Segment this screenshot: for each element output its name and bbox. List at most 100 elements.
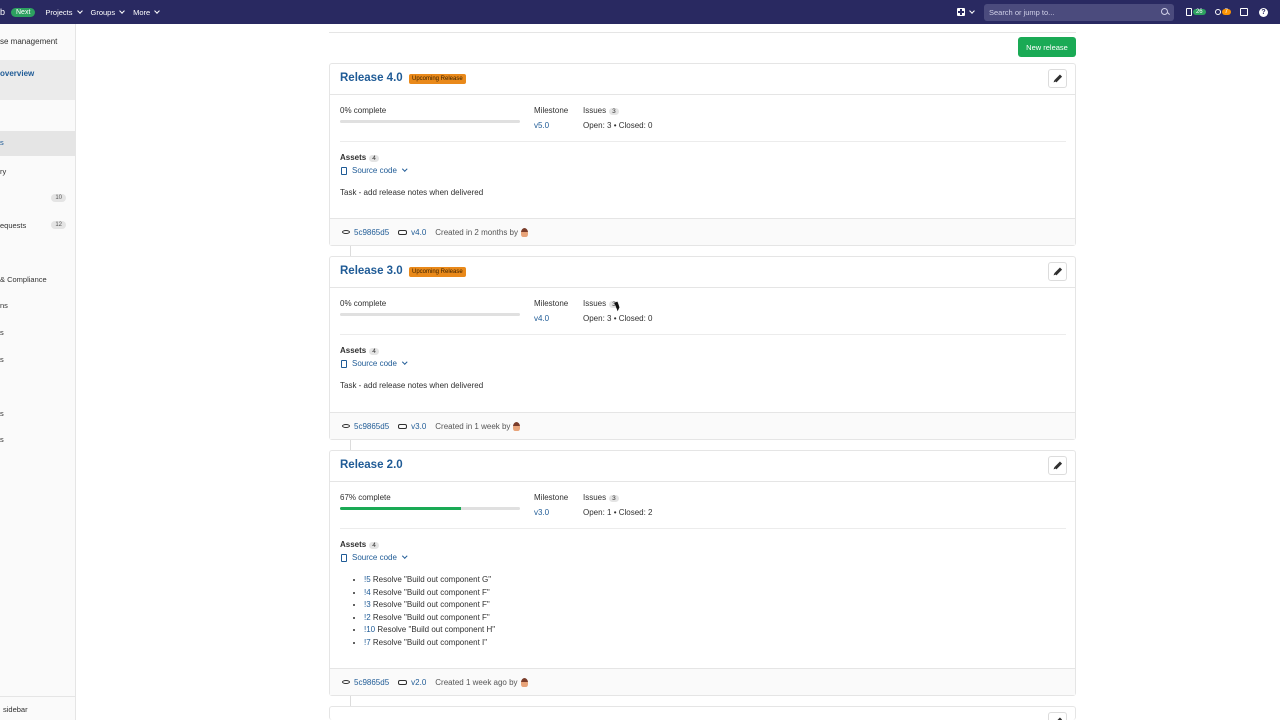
tag-icon [398, 229, 408, 235]
commit-link[interactable]: 5c9865d5 [354, 422, 389, 431]
list-item: !5 Resolve "Build out component G" [364, 574, 495, 587]
merge-requests-counter[interactable]: 7 [1214, 9, 1231, 15]
pencil-icon [1053, 461, 1062, 470]
merge-request-link[interactable]: !3 [364, 600, 371, 609]
source-code-dropdown[interactable]: Source code [341, 166, 408, 175]
release-header: Release 4.0 Upcoming Release [330, 64, 1075, 95]
created-text: Created in 2 months by [435, 227, 518, 237]
sidebar-item-compliance[interactable]: & Compliance [0, 275, 75, 284]
issues-label: Issues 3 [583, 493, 619, 502]
new-dropdown-button[interactable] [956, 7, 975, 16]
milestone-link[interactable]: v3.0 [534, 508, 549, 517]
upcoming-release-badge: Upcoming Release [409, 267, 466, 277]
nav-more[interactable]: More [133, 8, 161, 17]
release-title[interactable]: Release 4.0 [340, 72, 403, 84]
milestone-label: Milestone [534, 299, 569, 308]
progress-fill [340, 507, 461, 510]
count-badge: 12 [51, 221, 66, 229]
sidebar-subitem-label: overview [0, 69, 35, 78]
issues-counter[interactable]: 26 [1185, 8, 1206, 16]
issues-label-text: Issues [583, 493, 607, 502]
sidebar-title[interactable]: se management [0, 37, 75, 46]
merge-request-link[interactable]: !2 [364, 613, 371, 622]
tag-link[interactable]: v3.0 [411, 422, 426, 431]
top-navbar: b Next Projects Groups More Search or ju… [0, 0, 1280, 24]
release-notes: Task - add release notes when delivered [340, 381, 484, 390]
list-item: !7 Resolve "Build out component I" [364, 637, 495, 650]
commit-link[interactable]: 5c9865d5 [354, 678, 389, 687]
merge-request-title: Resolve "Build out component I" [370, 637, 488, 647]
tag-icon [398, 423, 408, 429]
sidebar-item[interactable]: s [0, 355, 75, 364]
new-release-button[interactable]: New release [1018, 37, 1076, 57]
sidebar-item-label: s [0, 409, 4, 418]
issues-label: Issues 3 [583, 106, 619, 115]
chevron-down-icon [76, 7, 83, 14]
release-footer: 5c9865d5 v2.0 Created 1 week ago by [330, 668, 1075, 695]
merge-request-link[interactable]: !5 [364, 575, 371, 584]
edit-release-button[interactable] [1048, 456, 1067, 475]
merge-request-link[interactable]: !7 [364, 638, 371, 647]
upcoming-release-badge: Upcoming Release [409, 74, 466, 84]
tag-link[interactable]: v4.0 [411, 228, 426, 237]
source-code-label: Source code [352, 166, 397, 175]
count-badge: 10 [51, 194, 66, 202]
milestone-link[interactable]: v4.0 [534, 314, 549, 323]
tag-link[interactable]: v2.0 [411, 678, 426, 687]
commit-link[interactable]: 5c9865d5 [354, 228, 389, 237]
todo-icon[interactable] [1240, 8, 1248, 16]
sidebar-item-merge-requests[interactable]: equests 12 [0, 221, 75, 230]
edit-release-button[interactable] [1048, 712, 1067, 720]
commit-icon [342, 680, 350, 684]
pencil-icon [1053, 267, 1062, 276]
search-input[interactable]: Search or jump to... [983, 3, 1174, 21]
merge-request-link[interactable]: !10 [364, 625, 375, 634]
commit-icon [342, 230, 350, 234]
next-badge[interactable]: Next [11, 7, 36, 17]
collapse-sidebar-button[interactable]: sidebar [0, 696, 75, 720]
help-icon[interactable]: ? [1259, 7, 1268, 17]
assets-label: Assets 4 [340, 153, 379, 162]
avatar[interactable] [513, 421, 521, 431]
assets-count-badge: 4 [369, 348, 379, 355]
merge-request-link[interactable]: !4 [364, 588, 371, 597]
release-title[interactable]: Release 3.0 [340, 265, 403, 277]
milestone-label: Milestone [534, 493, 569, 502]
nav-groups[interactable]: Groups [91, 8, 125, 17]
avatar[interactable] [521, 227, 528, 237]
release-card: Release 3.0 Upcoming Release 0% complete… [329, 256, 1076, 440]
sidebar-item[interactable]: s [0, 409, 75, 418]
issues-open-closed: Open: 1 • Closed: 2 [583, 508, 653, 517]
release-title[interactable]: Release 2.0 [340, 459, 403, 471]
collapse-sidebar-label: sidebar [3, 705, 28, 714]
edit-release-button[interactable] [1048, 262, 1067, 281]
merge-request-icon [1214, 9, 1221, 15]
nav-right: Search or jump to... 26 7 ? [956, 0, 1280, 24]
issues-label-text: Issues [583, 106, 607, 115]
sidebar-item[interactable]: s [0, 328, 75, 337]
logo[interactable]: b [0, 7, 8, 17]
chevron-down-icon [402, 553, 408, 559]
tag-icon [398, 679, 408, 685]
avatar[interactable] [520, 677, 528, 687]
edit-release-button[interactable] [1048, 69, 1067, 88]
sidebar-item[interactable]: s [0, 435, 75, 444]
source-code-dropdown[interactable]: Source code [341, 359, 408, 368]
milestone-link[interactable]: v5.0 [534, 121, 549, 130]
sidebar-item[interactable]: ry [0, 167, 75, 176]
section-divider [340, 334, 1066, 335]
source-code-dropdown[interactable]: Source code [341, 553, 408, 562]
nav-projects[interactable]: Projects [45, 7, 83, 17]
sidebar-subitem-active[interactable]: overview [0, 60, 75, 100]
list-item: !2 Resolve "Build out component F" [364, 612, 495, 625]
issues-count: 26 [1192, 9, 1206, 15]
sidebar-item-label: ns [0, 301, 8, 310]
commit-icon [342, 424, 350, 428]
sidebar-item-active[interactable]: s [0, 131, 75, 156]
release-notes: Task - add release notes when delivered [340, 188, 484, 197]
completion-text: 0% complete [340, 299, 387, 308]
list-item: !4 Resolve "Build out component F" [364, 587, 495, 600]
release-footer: 5c9865d5 v3.0 Created in 1 week by [330, 412, 1075, 439]
milestone-label: Milestone [534, 106, 569, 115]
sidebar-item[interactable]: ns [0, 301, 75, 310]
